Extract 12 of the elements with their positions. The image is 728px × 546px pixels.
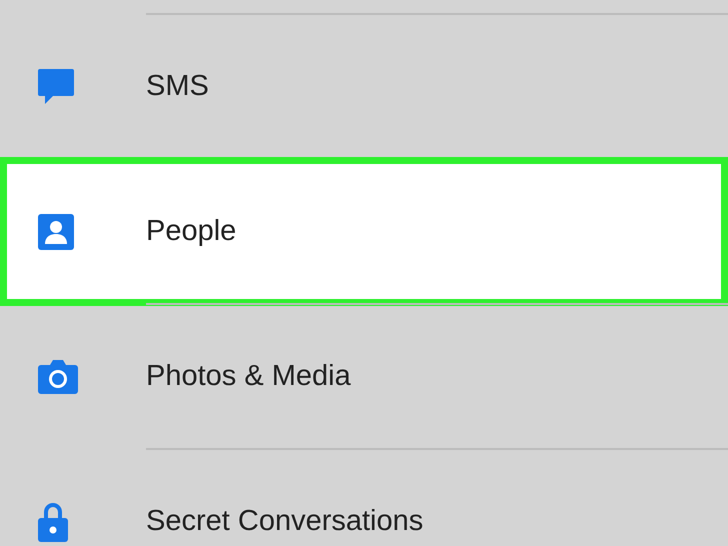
- contact-card-icon: [37, 212, 75, 250]
- row-label: People: [146, 215, 236, 248]
- row-label: Photos & Media: [146, 360, 351, 393]
- chat-bubble-icon: [37, 68, 75, 106]
- settings-row[interactable]: SMS: [0, 15, 728, 158]
- settings-row[interactable]: People: [0, 157, 728, 306]
- lock-icon: [37, 500, 69, 542]
- row-label: SMS: [146, 70, 209, 103]
- settings-row[interactable]: Photos & Media: [0, 305, 728, 448]
- row-label: Secret Conversations: [146, 505, 424, 538]
- camera-icon: [37, 358, 79, 394]
- settings-row[interactable]: Secret Conversations: [0, 450, 728, 546]
